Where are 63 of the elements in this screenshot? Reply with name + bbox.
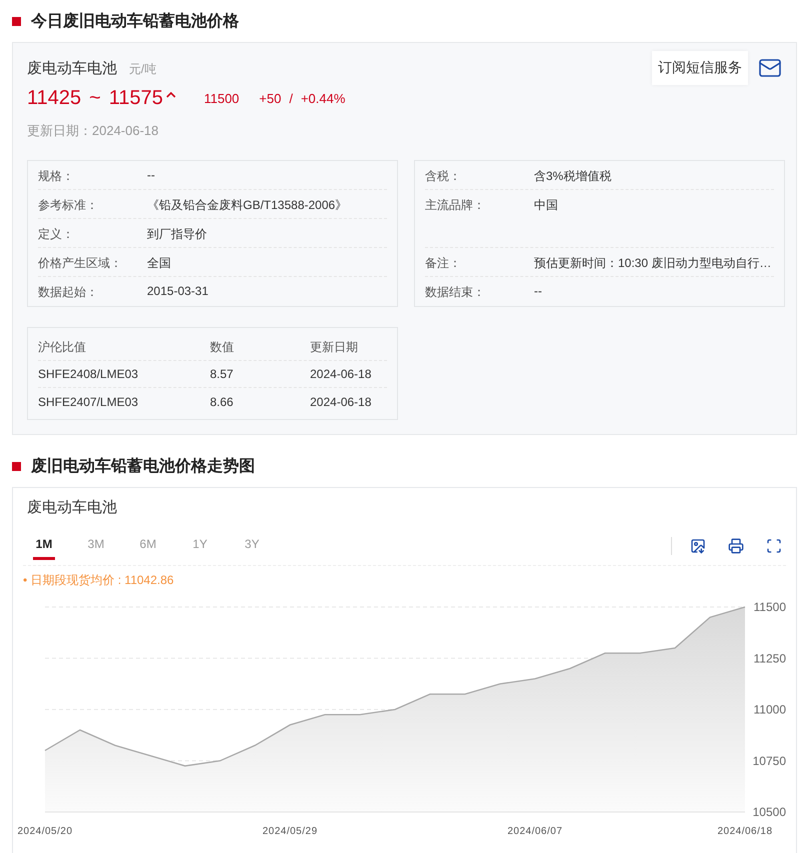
spec-label: 价格产生区域： <box>38 255 123 272</box>
spec-label: 备注： <box>425 255 462 272</box>
spec-value: -- <box>534 284 542 298</box>
axis-label: 2024/05/20 <box>17 826 73 837</box>
spec-value: 到厂指导价 <box>147 226 207 243</box>
table-cell-text: 2024-06-18 <box>310 394 372 408</box>
table-cell-text: 2024-06-18 <box>310 367 372 381</box>
column-header: 数值 <box>210 338 235 356</box>
price-high: 11575 <box>108 87 163 110</box>
spec-label: 含税： <box>425 168 462 185</box>
column-header: 沪伦比值 <box>38 338 87 356</box>
spec-value: 2015-03-31 <box>147 284 208 298</box>
axis-label: 10750 <box>752 754 786 768</box>
range-tab[interactable]: 1M <box>33 532 55 560</box>
spec-value: 全国 <box>147 255 171 272</box>
axis-label: 10500 <box>752 805 786 819</box>
mail-icon[interactable] <box>758 56 782 80</box>
fullscreen-icon[interactable] <box>766 538 782 554</box>
tilde: ~ <box>89 87 101 110</box>
axis-label: 2024/06/07 <box>507 826 563 837</box>
table-cell-text: 8.57 <box>210 367 234 381</box>
price-low: 11425 <box>27 87 82 110</box>
axis-label: 2024/05/29 <box>262 826 318 837</box>
column-header: 更新日期 <box>310 338 359 356</box>
range-tab[interactable]: 3Y <box>241 532 263 560</box>
spec-value: 《铅及铅合金废料GB/T13588-2006》 <box>147 197 348 214</box>
average-note: 日期段现货均价 : 11042.86 <box>30 573 174 587</box>
range-tab[interactable]: 1Y <box>189 532 211 560</box>
axis-label: 11500 <box>754 600 786 614</box>
chart-title: 废电动车电池 <box>26 498 118 517</box>
image-download-icon[interactable] <box>690 538 706 554</box>
spec-value: 预估更新时间：10:30 废旧动力型电动自行… <box>534 255 772 272</box>
unit-label: 元/吨 <box>129 60 156 78</box>
spec-value: -- <box>147 168 155 182</box>
table-cell-text: 8.66 <box>210 394 234 408</box>
average-price: 11500 <box>204 91 240 106</box>
print-icon[interactable] <box>728 538 744 554</box>
table-cell-text: SHFE2408/LME03 <box>38 367 140 381</box>
spec-value: 中国 <box>534 197 558 214</box>
section-title: 今日废旧电动车铅蓄电池价格 <box>31 11 239 32</box>
spec-label: 参考标准： <box>38 197 99 214</box>
range-tab[interactable]: 6M <box>137 532 159 560</box>
legend-dot: • <box>23 573 28 587</box>
product-name: 废电动车电池 <box>27 58 117 78</box>
spec-label: 定义： <box>38 226 75 243</box>
subscribe-button[interactable]: 订阅短信服务 <box>652 51 748 85</box>
spec-label: 规格： <box>38 168 75 185</box>
spec-label: 主流品牌： <box>425 197 486 214</box>
price-change: +50 <box>259 91 282 106</box>
spec-label: 数据结束： <box>425 284 486 301</box>
slash: / <box>289 91 293 106</box>
change-percent: +0.44% <box>300 91 346 106</box>
axis-label: 2024/06/18 <box>717 826 773 837</box>
axis-label: 11250 <box>754 651 786 666</box>
spec-label: 数据起始： <box>38 284 99 301</box>
table-cell-text: SHFE2407/LME03 <box>38 394 140 408</box>
axis-label: 11000 <box>754 702 786 716</box>
section-title: 废旧电动车铅蓄电池价格走势图 <box>31 456 255 476</box>
spec-value: 含3%税增值税 <box>534 168 612 185</box>
section-marker <box>12 16 21 26</box>
range-tab[interactable]: 3M <box>85 532 107 560</box>
section-marker <box>12 462 21 470</box>
update-date: 更新日期：2024-06-18 <box>27 122 160 140</box>
